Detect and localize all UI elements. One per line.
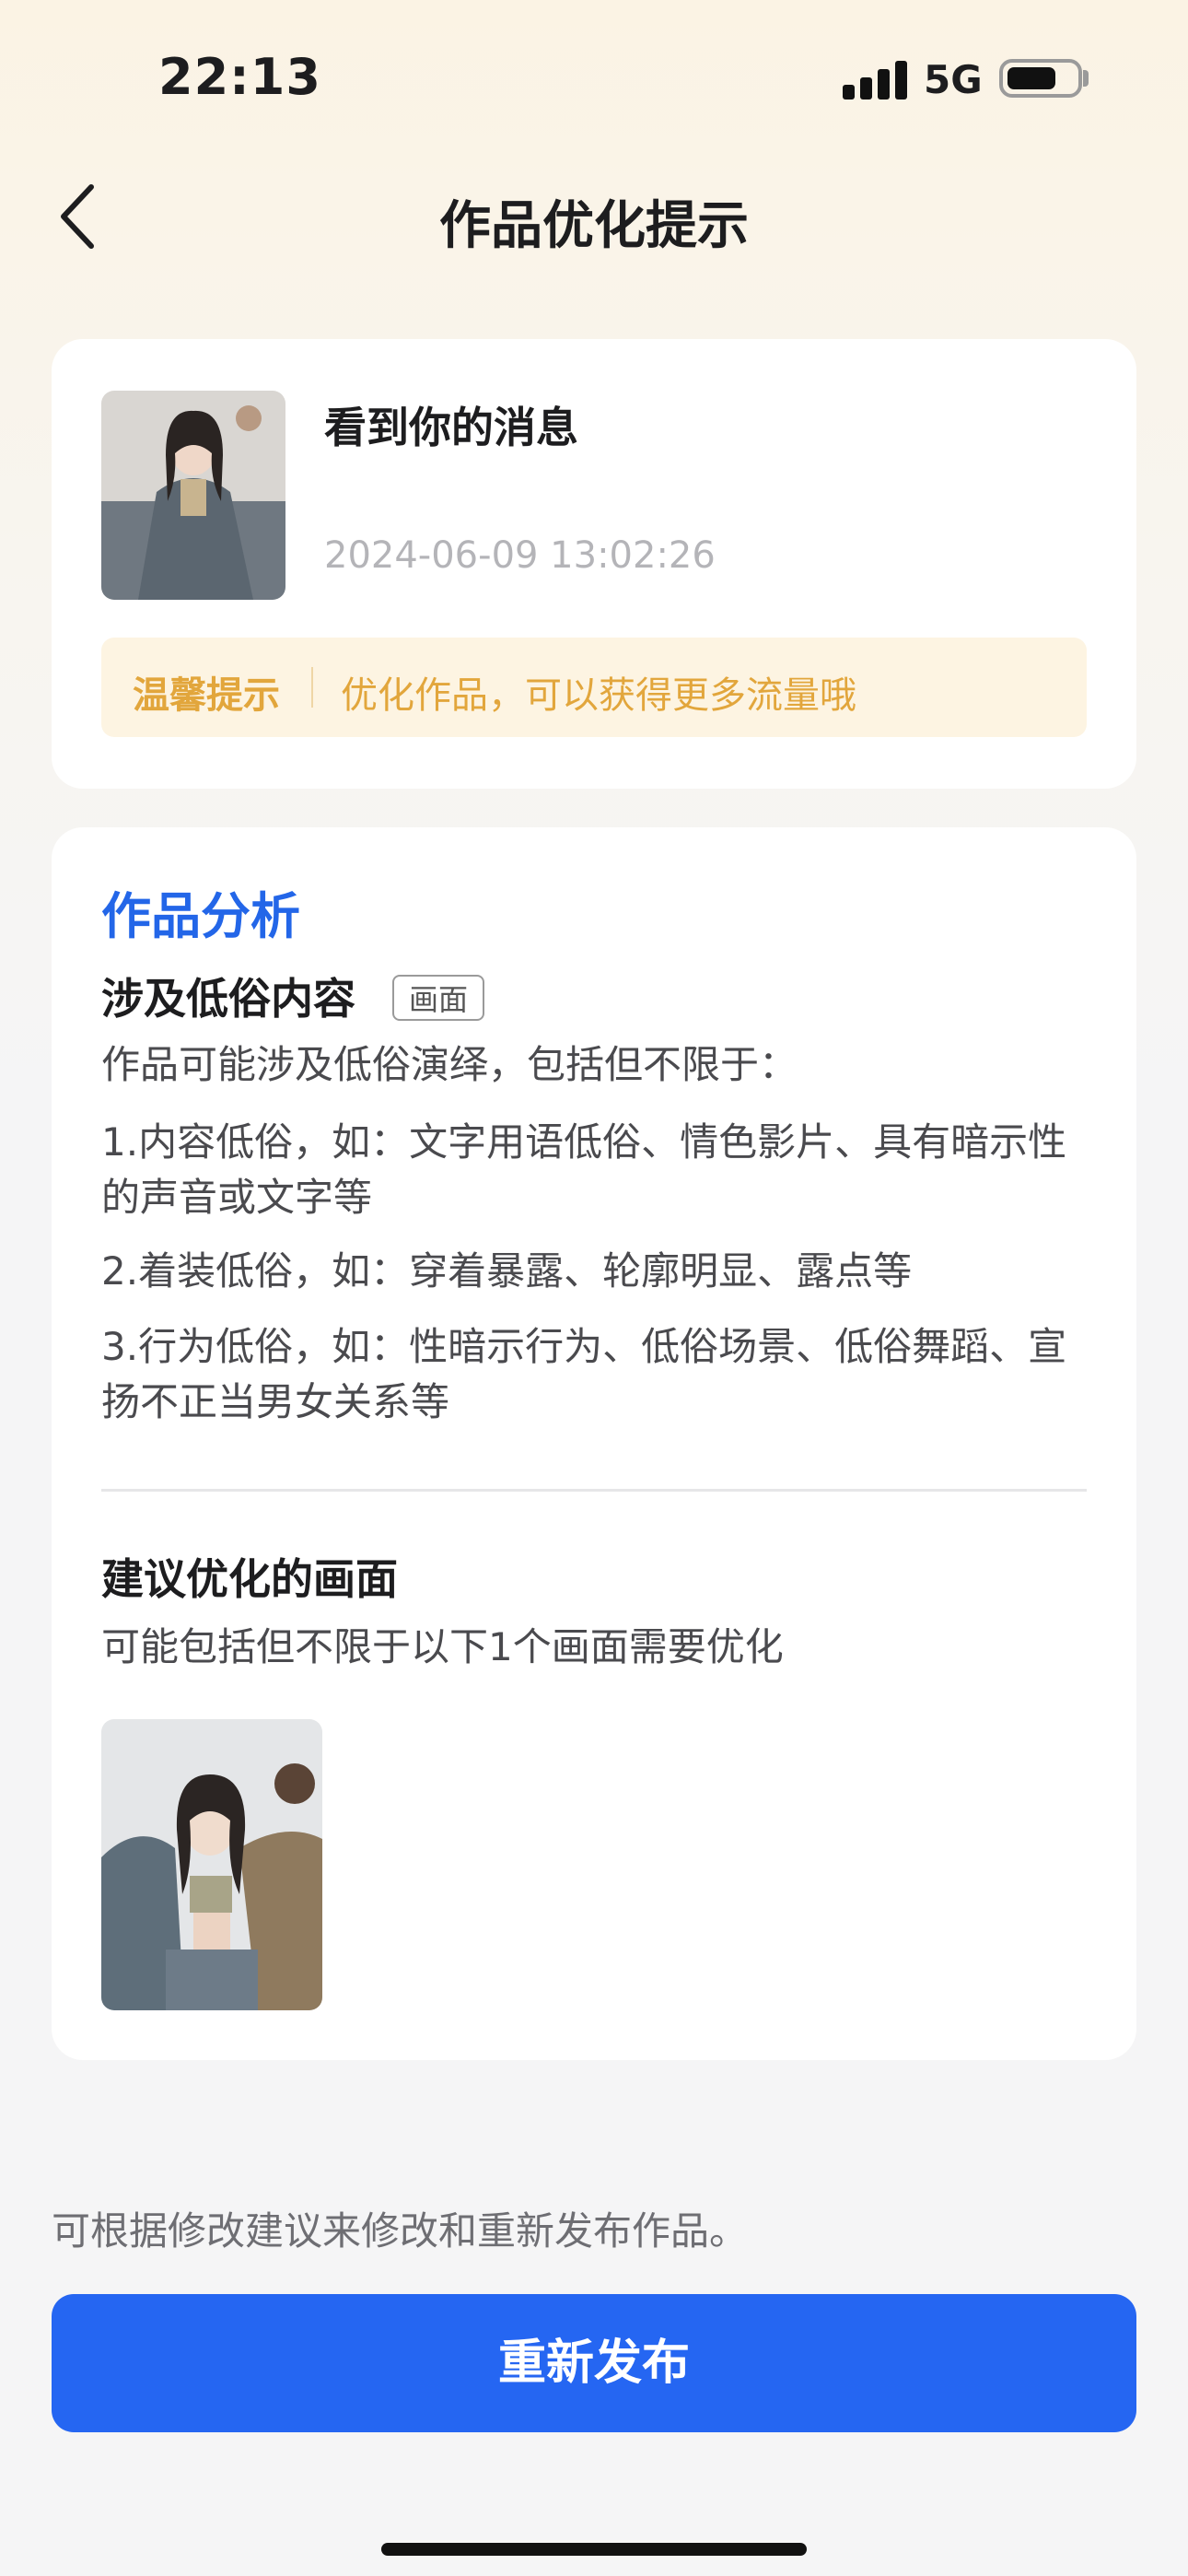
section-divider [101, 1489, 1087, 1492]
issue-intro: 作品可能涉及低俗演绎，包括但不限于： [101, 1042, 798, 1087]
tip-bar: 温馨提示 优化作品，可以获得更多流量哦 [101, 638, 1087, 737]
rule-item: 1.内容低俗，如：文字用语低俗、情色影片、具有暗示性的声音或文字等 [101, 1119, 1067, 1220]
home-indicator[interactable] [381, 2543, 807, 2556]
work-thumbnail[interactable] [101, 391, 285, 600]
network-type: 5G [924, 57, 983, 102]
flagged-frame-thumbnail[interactable] [101, 1719, 322, 2010]
analysis-heading: 作品分析 [101, 887, 300, 945]
work-card: 看到你的消息 2024-06-09 13:02:26 温馨提示 优化作品，可以获… [52, 339, 1136, 789]
footer-hint: 可根据修改建议来修改和重新发布作品。 [52, 2208, 749, 2254]
battery-icon [999, 59, 1082, 98]
suggest-text: 可能包括但不限于以下1个画面需要优化 [101, 1624, 784, 1669]
status-bar: 22:13 5G [0, 0, 1188, 157]
page-title: 作品优化提示 [439, 196, 749, 256]
tip-label: 温馨提示 [133, 674, 280, 717]
rule-item: 3.行为低俗，如：性暗示行为、低俗场景、低俗舞蹈、宣扬不正当男女关系等 [101, 1324, 1067, 1424]
rule-item: 2.着装低俗，如：穿着暴露、轮廓明显、露点等 [101, 1248, 913, 1294]
issue-tag: 画面 [392, 975, 485, 1021]
status-time: 22:13 [158, 48, 321, 106]
tip-divider [311, 667, 313, 708]
battery-tip [1083, 70, 1089, 87]
analysis-card: 作品分析 涉及低俗内容 画面 作品可能涉及低俗演绎，包括但不限于： 1.内容低俗… [52, 827, 1136, 2060]
work-title: 看到你的消息 [324, 403, 578, 452]
republish-button[interactable]: 重新发布 [52, 2294, 1136, 2432]
tip-text: 优化作品，可以获得更多流量哦 [341, 674, 856, 717]
signal-icon [843, 59, 907, 100]
issue-title: 涉及低俗内容 [101, 974, 355, 1024]
work-date: 2024-06-09 13:02:26 [324, 534, 716, 577]
suggest-title: 建议优化的画面 [101, 1554, 398, 1604]
